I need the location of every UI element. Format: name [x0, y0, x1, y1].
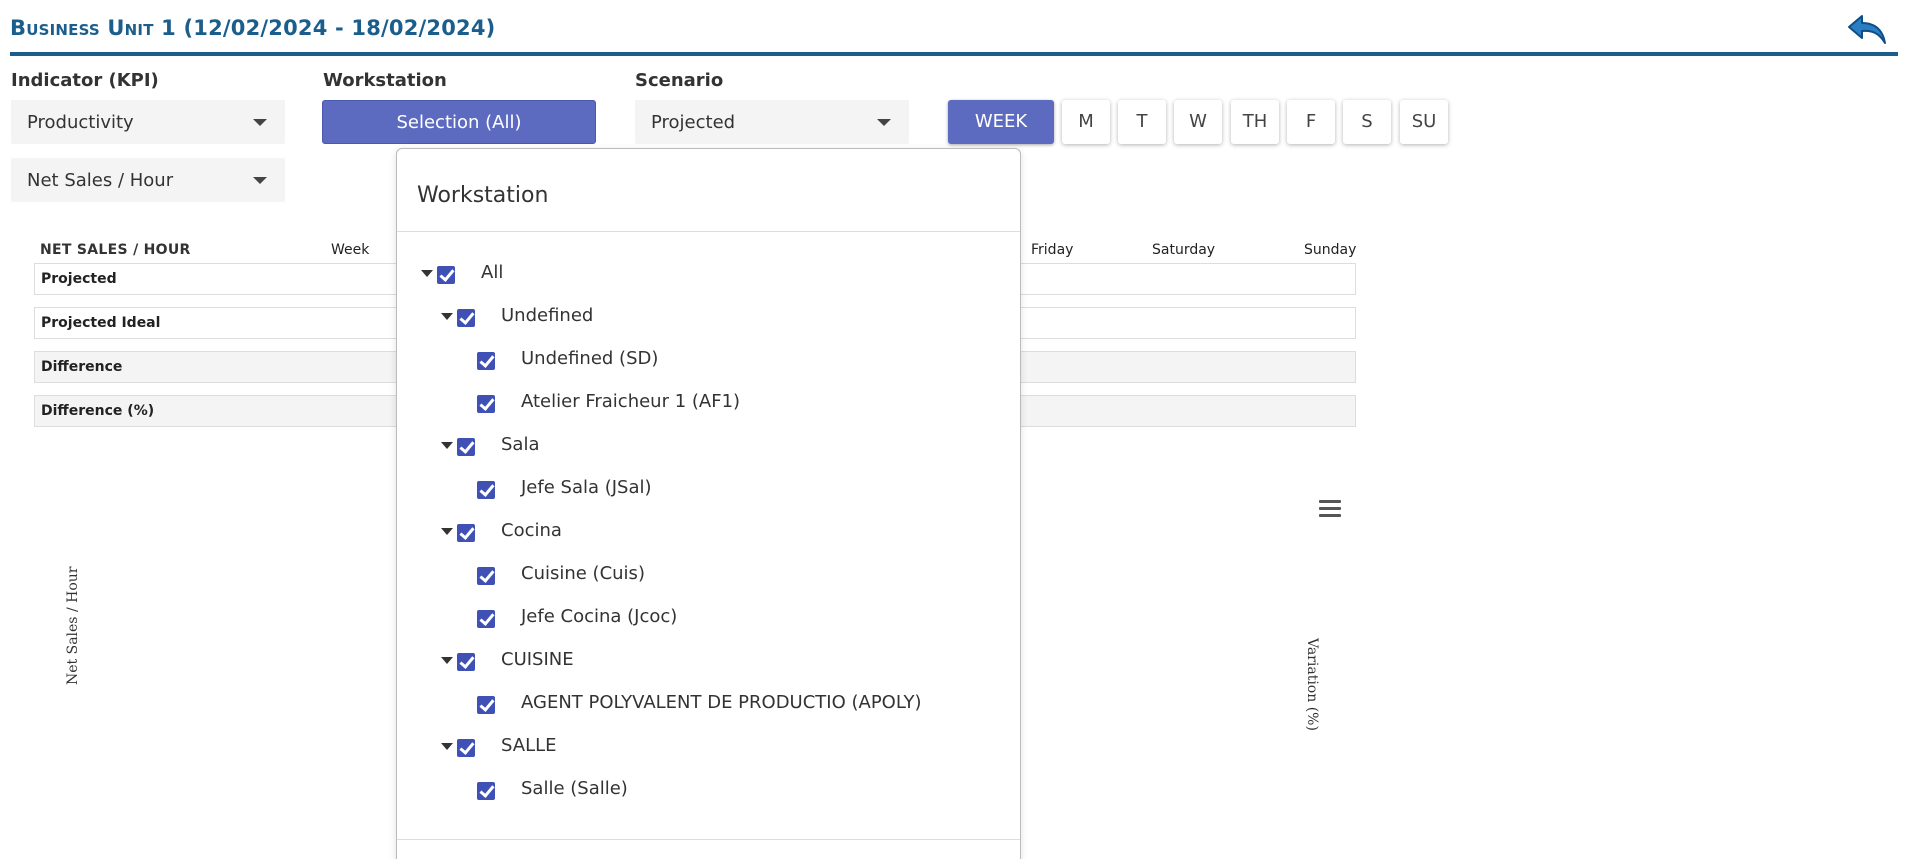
checkbox-checked-icon[interactable] [457, 438, 475, 456]
chevron-down-icon [877, 119, 891, 126]
workstation-selection-button[interactable]: Selection (All) [322, 100, 596, 144]
tree-node-apoly[interactable]: AGENT POLYVALENT DE PRODUCTIO (APOLY) [397, 692, 997, 718]
tree-node-cuis[interactable]: Cuisine (Cuis) [397, 563, 997, 589]
tree-node-label: Undefined (SD) [521, 348, 659, 369]
day-button-week[interactable]: WEEK [948, 100, 1054, 144]
tree-node-label: AGENT POLYVALENT DE PRODUCTIO (APOLY) [521, 692, 922, 713]
tree-node-label: CUISINE [501, 649, 574, 670]
caret-down-icon[interactable] [441, 313, 453, 320]
checkbox-checked-icon[interactable] [477, 481, 495, 499]
tree-node-label: Jefe Cocina (Jcoc) [521, 606, 678, 627]
tree-node-label: Atelier Fraicheur 1 (AF1) [521, 391, 741, 412]
caret-down-icon[interactable] [441, 442, 453, 449]
day-button-sunday[interactable]: SU [1400, 100, 1448, 144]
y-axis-left-label: Net Sales / Hour [65, 566, 81, 685]
y-axis-right-label: Variation (%) [1304, 638, 1320, 731]
day-button-tuesday[interactable]: T [1118, 100, 1166, 144]
scenario-select-value: Projected [651, 112, 736, 133]
scenario-label: Scenario [635, 70, 724, 91]
divider [397, 839, 1020, 840]
day-button-monday[interactable]: M [1062, 100, 1110, 144]
checkbox-checked-icon[interactable] [477, 567, 495, 585]
day-button-thursday[interactable]: TH [1231, 100, 1279, 144]
checkbox-checked-icon[interactable] [477, 782, 495, 800]
tree-node-salle-group[interactable]: SALLE [397, 735, 997, 761]
divider [397, 231, 1020, 232]
workstation-popup: Workstation All Undefined Undefined (SD)… [396, 148, 1021, 859]
checkbox-checked-icon[interactable] [457, 739, 475, 757]
tree-node-cuisine[interactable]: CUISINE [397, 649, 997, 675]
day-button-friday[interactable]: F [1287, 100, 1335, 144]
checkbox-checked-icon[interactable] [477, 610, 495, 628]
row-label: Difference [41, 359, 123, 375]
checkbox-checked-icon[interactable] [457, 524, 475, 542]
indicator-select-value: Productivity [27, 112, 134, 133]
tree-node-jcoc[interactable]: Jefe Cocina (Jcoc) [397, 606, 997, 632]
tree-node-label: Cocina [501, 520, 562, 541]
column-header-sunday: Sunday [1304, 242, 1357, 258]
popup-title: Workstation [417, 183, 549, 208]
chevron-down-icon [253, 177, 267, 184]
tree-node-cocina[interactable]: Cocina [397, 520, 997, 546]
indicator-select[interactable]: Productivity [11, 100, 285, 144]
tree-node-sala[interactable]: Sala [397, 434, 997, 460]
tree-node-label: Salle (Salle) [521, 778, 628, 799]
back-arrow-icon[interactable] [1846, 13, 1888, 47]
tree-node-label: Jefe Sala (JSal) [521, 477, 652, 498]
tree-node-all[interactable]: All [397, 262, 997, 288]
checkbox-checked-icon[interactable] [457, 653, 475, 671]
caret-down-icon[interactable] [441, 657, 453, 664]
caret-down-icon[interactable] [441, 743, 453, 750]
hamburger-menu-icon[interactable] [1319, 500, 1343, 522]
checkbox-checked-icon[interactable] [477, 352, 495, 370]
page-title: Business Unit 1 (12/02/2024 - 18/02/2024… [10, 16, 496, 40]
checkbox-checked-icon[interactable] [477, 696, 495, 714]
caret-down-icon[interactable] [441, 528, 453, 535]
chevron-down-icon [253, 119, 267, 126]
indicator-label: Indicator (KPI) [11, 70, 159, 91]
tree-node-label: All [481, 262, 504, 283]
page-header: Business Unit 1 (12/02/2024 - 18/02/2024… [10, 10, 1898, 56]
checkbox-checked-icon[interactable] [457, 309, 475, 327]
tree-node-af1[interactable]: Atelier Fraicheur 1 (AF1) [397, 391, 997, 417]
day-button-wednesday[interactable]: W [1174, 100, 1222, 144]
row-label: Projected [41, 271, 117, 287]
row-label: Difference (%) [41, 403, 155, 419]
table-title: NET SALES / HOUR [40, 242, 191, 258]
tree-node-label: Sala [501, 434, 540, 455]
workstation-label: Workstation [323, 70, 447, 91]
scenario-select[interactable]: Projected [635, 100, 909, 144]
column-header-saturday: Saturday [1152, 242, 1216, 258]
tree-node-label: Undefined [501, 305, 594, 326]
day-button-saturday[interactable]: S [1343, 100, 1391, 144]
column-header-friday: Friday [1031, 242, 1074, 258]
checkbox-checked-icon[interactable] [437, 266, 455, 284]
checkbox-checked-icon[interactable] [477, 395, 495, 413]
column-header-week: Week [331, 242, 370, 258]
row-label: Projected Ideal [41, 315, 161, 331]
tree-node-jsal[interactable]: Jefe Sala (JSal) [397, 477, 997, 503]
tree-node-label: Cuisine (Cuis) [521, 563, 645, 584]
kpi-select[interactable]: Net Sales / Hour [11, 158, 285, 202]
tree-node-salle[interactable]: Salle (Salle) [397, 778, 997, 804]
caret-down-icon[interactable] [421, 270, 433, 277]
tree-node-label: SALLE [501, 735, 557, 756]
kpi-select-value: Net Sales / Hour [27, 170, 174, 191]
tree-node-undefined[interactable]: Undefined [397, 305, 997, 331]
tree-node-undefined-sd[interactable]: Undefined (SD) [397, 348, 997, 374]
